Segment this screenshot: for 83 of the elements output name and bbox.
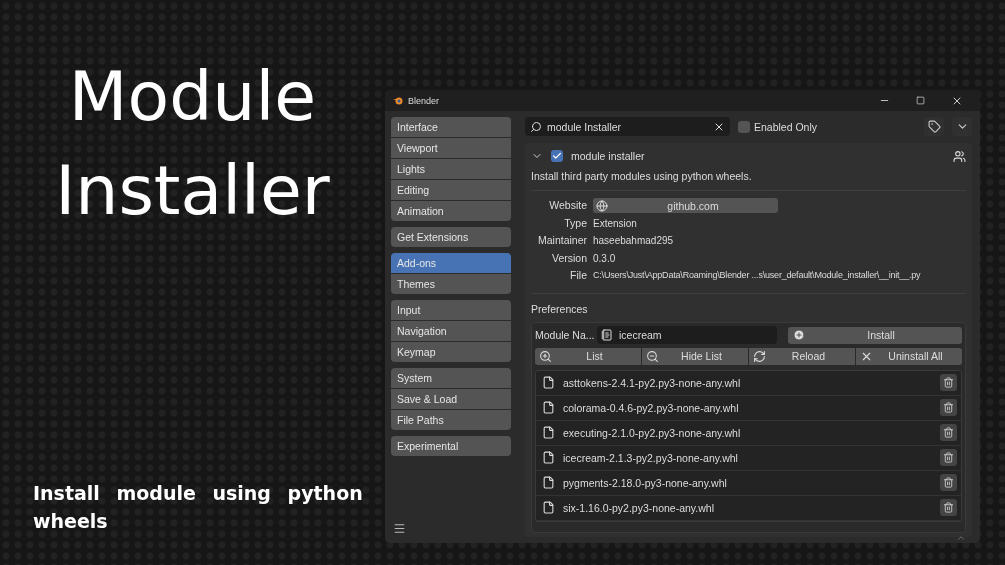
enabled-only-checkbox[interactable]: Enabled Only	[738, 120, 818, 133]
search-field[interactable]: module Installer	[525, 117, 730, 136]
sidebar-item[interactable]: File Paths	[391, 410, 511, 430]
file-icon	[542, 426, 555, 439]
trash-icon	[943, 427, 954, 438]
file-name: pygments-2.18.0-py3-none-any.whl	[563, 476, 728, 489]
detail-value: C:\Users\Just\AppData\Roaming\Blender ...s\user_default\Module_installer\__init__.py	[593, 269, 922, 282]
trash-icon	[943, 502, 954, 513]
users-icon	[953, 149, 966, 163]
file-name: asttokens-2.4.1-py2.py3-none-any.whl	[563, 376, 742, 389]
tag-icon[interactable]	[924, 117, 944, 136]
dropdown-icon[interactable]	[952, 117, 972, 136]
file-name: colorama-0.4.6-py2.py3-none-any.whl	[563, 401, 740, 414]
sidebar-item[interactable]: Get Extensions	[391, 227, 511, 247]
action-button[interactable]: List	[535, 347, 641, 365]
notebook-icon	[601, 329, 613, 341]
file-name: icecream-2.1.3-py2.py3-none-any.whl	[563, 451, 739, 464]
addon-description: Install third party modules using python wheels.	[531, 165, 966, 191]
poster-title: Module Installer	[54, 56, 331, 232]
module-name-field[interactable]: icecream	[597, 326, 777, 344]
file-row[interactable]: icecream-2.1.3-py2.py3-none-any.whl	[536, 445, 961, 471]
app-logo-icon	[393, 96, 403, 105]
plus-icon	[793, 329, 805, 341]
sidebar-item[interactable]: Input	[391, 300, 511, 320]
file-icon	[542, 401, 555, 414]
sidebar-item[interactable]: System	[391, 368, 511, 388]
install-button[interactable]: Install	[788, 326, 962, 344]
action-button[interactable]: Hide List	[642, 347, 748, 365]
delete-button[interactable]	[940, 474, 957, 491]
file-row[interactable]: pygments-2.18.0-py3-none-any.whl	[536, 470, 961, 496]
sidebar-item[interactable]: Animation	[391, 201, 511, 221]
trash-icon	[943, 402, 954, 413]
delete-button[interactable]	[940, 424, 957, 441]
globe-icon	[596, 199, 608, 212]
field-label: Module Na...	[535, 329, 593, 341]
trash-icon	[943, 377, 954, 388]
file-row[interactable]: colorama-0.4.6-py2.py3-none-any.whl	[536, 395, 961, 421]
zoom-in-icon	[539, 349, 552, 363]
file-name: six-1.16.0-py2.py3-none-any.whl	[563, 501, 715, 514]
detail-label: Maintainer	[536, 233, 587, 248]
sidebar-item[interactable]: Experimental	[391, 436, 511, 456]
sidebar-item[interactable]: Themes	[391, 274, 511, 294]
window-title: Blender	[408, 95, 441, 106]
poster-subtitle: Install module using python wheels	[33, 481, 364, 534]
trash-icon	[943, 477, 954, 488]
file-icon	[542, 376, 555, 389]
reload-icon	[753, 349, 766, 363]
file-name: executing-2.1.0-py2.py3-none-any.whl	[563, 426, 742, 439]
search-icon	[530, 120, 542, 133]
delete-button[interactable]	[940, 449, 957, 466]
delete-button[interactable]	[940, 499, 957, 516]
file-icon	[542, 476, 555, 489]
file-row[interactable]: executing-2.1.0-py2.py3-none-any.whl	[536, 420, 961, 446]
detail-label: File	[569, 268, 587, 283]
detail-label: Type	[563, 215, 587, 231]
delete-button[interactable]	[940, 399, 957, 416]
zoom-out-icon	[646, 349, 659, 363]
enable-checkbox[interactable]	[551, 150, 563, 162]
action-button[interactable]: Reload	[749, 347, 855, 365]
detail-value: 0.3.0	[593, 251, 617, 266]
detail-label: Version	[550, 250, 587, 266]
file-icon	[542, 501, 555, 514]
file-icon	[542, 451, 555, 464]
action-button[interactable]: Uninstall All	[856, 347, 962, 365]
section-title: Preferences	[531, 301, 589, 317]
sidebar-item[interactable]: Save & Load	[391, 389, 511, 409]
detail-label: Website	[548, 198, 587, 213]
sidebar-item[interactable]: Interface	[391, 117, 511, 137]
sidebar-item[interactable]: Keymap	[391, 342, 511, 362]
trash-icon	[943, 452, 954, 463]
website-link[interactable]: github.com	[593, 198, 778, 214]
sidebar-item[interactable]: Lights	[391, 159, 511, 179]
sidebar-item[interactable]: Editing	[391, 180, 511, 200]
addon-name: module installer	[571, 150, 645, 162]
file-row[interactable]: six-1.16.0-py2.py3-none-any.whl	[536, 495, 961, 521]
detail-value: Extension	[593, 216, 638, 231]
sidebar-item[interactable]: Add-ons	[391, 253, 511, 273]
sidebar-item[interactable]: Viewport	[391, 138, 511, 158]
menu-icon[interactable]	[393, 522, 406, 535]
delete-button[interactable]	[940, 374, 957, 391]
file-row[interactable]: asttokens-2.4.1-py2.py3-none-any.whl	[536, 370, 961, 396]
detail-value: haseebahmad295	[593, 234, 675, 248]
sidebar-item[interactable]: Navigation	[391, 321, 511, 341]
